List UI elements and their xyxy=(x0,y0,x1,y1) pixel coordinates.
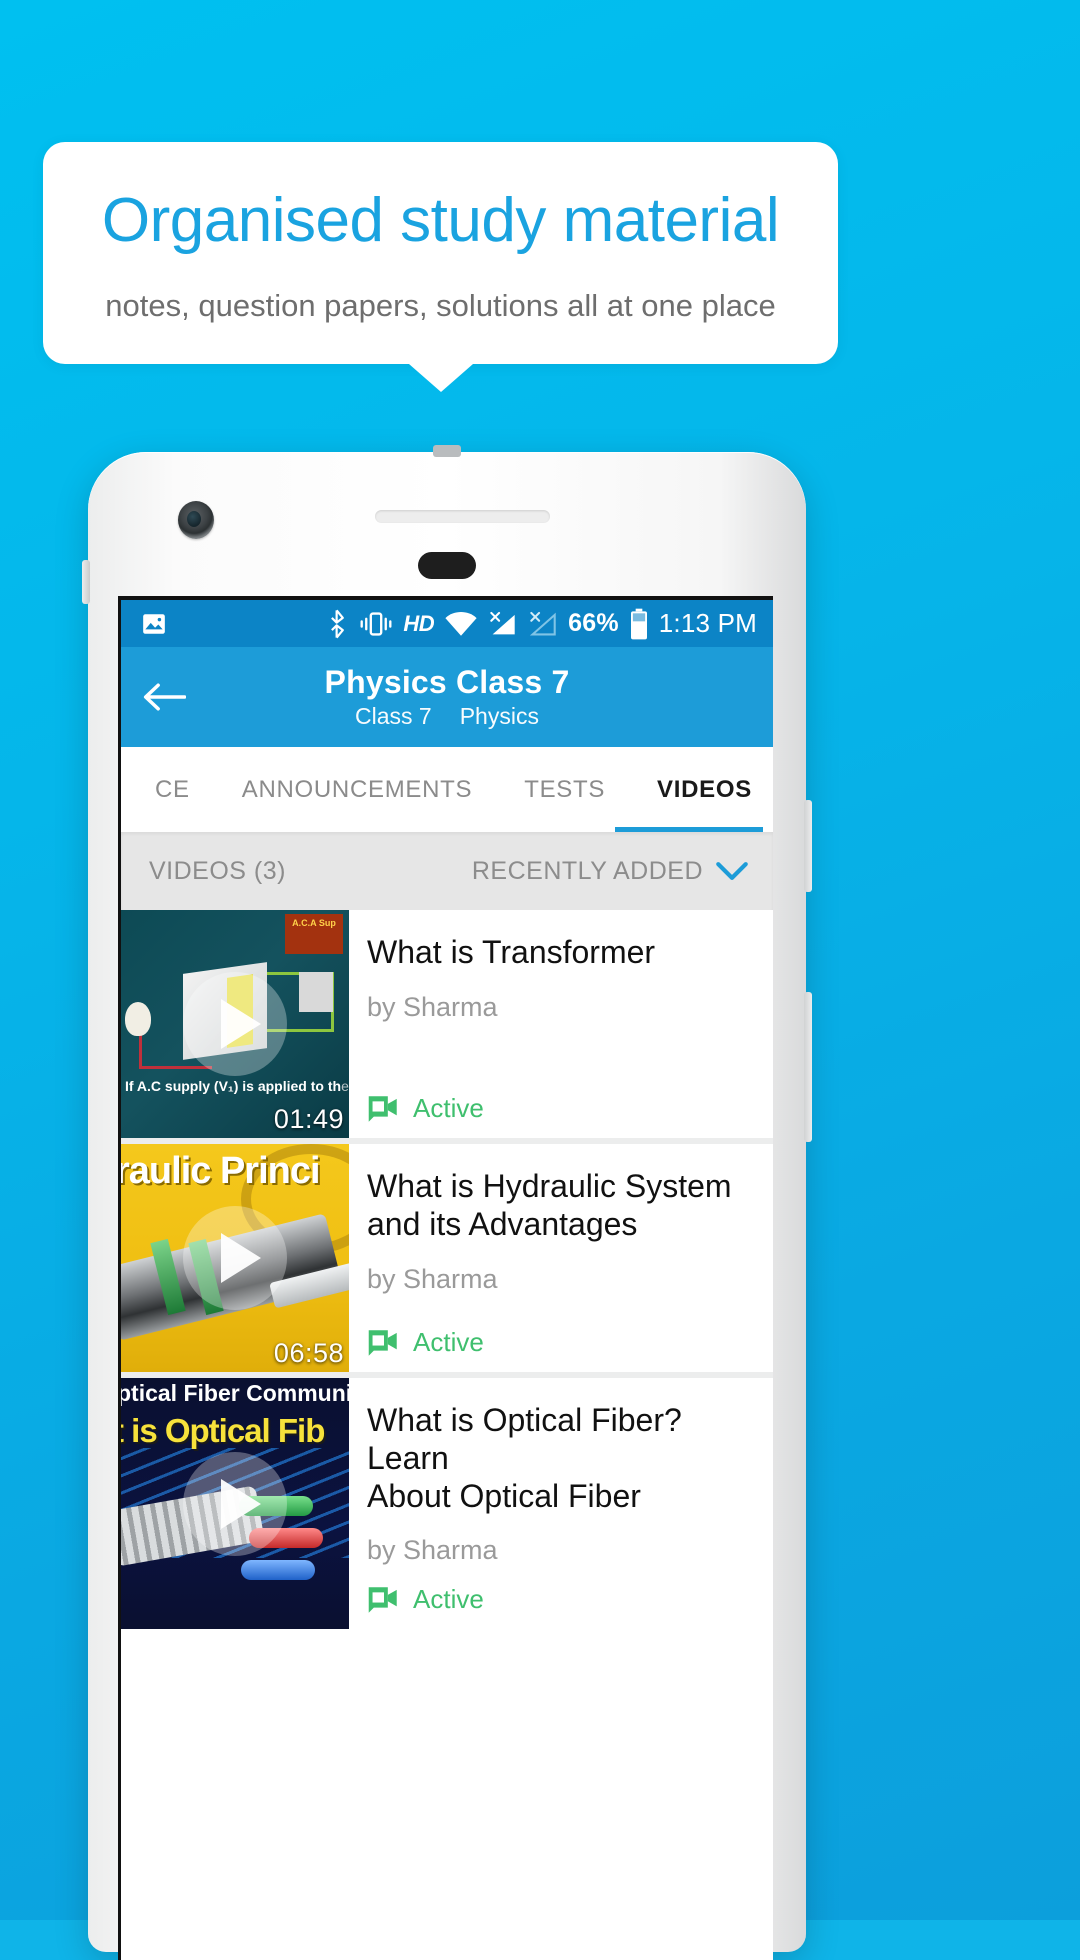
bluetooth-icon xyxy=(327,609,349,639)
image-icon xyxy=(139,611,169,637)
power-button[interactable] xyxy=(804,992,812,1142)
sort-bar: VIDEOS (3) RECENTLY ADDED xyxy=(121,832,773,910)
callout-tail xyxy=(408,364,473,393)
video-title: What is Hydraulic System and its Advanta… xyxy=(367,1168,732,1242)
status-label: Active xyxy=(413,1093,484,1123)
video-thumbnail[interactable]: raulic Princi 06:58 xyxy=(121,1144,349,1372)
play-icon[interactable] xyxy=(183,1451,287,1556)
chevron-down-icon xyxy=(716,862,748,880)
home-button[interactable] xyxy=(418,552,476,579)
thumb-caption-2: t is Optical Fib xyxy=(121,1412,325,1449)
signal-2-icon xyxy=(528,611,558,637)
tab-videos[interactable]: VIDEOS xyxy=(657,776,752,804)
videos-count-label: VIDEOS (3) xyxy=(149,856,286,885)
video-author: by Sharma xyxy=(367,1535,498,1566)
promo-subline: notes, question papers, solutions all at… xyxy=(105,288,776,324)
promo-headline: Organised study material xyxy=(101,186,780,255)
video-list-item[interactable]: A.C.A Sup If A.C supply (V₁) is applied … xyxy=(121,910,773,1138)
status-badge: Active xyxy=(367,1075,763,1124)
thumb-caption: raulic Princi xyxy=(121,1150,321,1192)
thumb-caption-text: If A.C supply (V₁) is applied to th xyxy=(125,1078,342,1094)
sort-dropdown[interactable]: RECENTLY ADDED xyxy=(472,857,749,886)
app-bar: Physics Class 7 Class 7 Physics xyxy=(121,647,773,747)
phone-top-notch xyxy=(433,445,461,457)
thumb-caption: If A.C supply (V₁) is applied to the pri… xyxy=(121,1078,349,1094)
video-title: What is Optical Fiber? Learn About Optic… xyxy=(367,1402,682,1514)
video-info: What is Hydraulic System and its Advanta… xyxy=(349,1144,773,1372)
page-title: Physics Class 7 xyxy=(324,664,570,701)
video-title: What is Transformer xyxy=(367,934,656,970)
hd-icon: HD xyxy=(403,610,435,636)
videos-list: A.C.A Sup If A.C supply (V₁) is applied … xyxy=(121,910,773,1630)
tab-tests[interactable]: TESTS xyxy=(524,776,605,804)
video-list-item[interactable]: raulic Princi 06:58 What is Hydraulic Sy… xyxy=(121,1144,773,1372)
video-duration: 01:49 xyxy=(273,1104,344,1134)
video-camera-icon xyxy=(368,1329,397,1356)
video-camera-icon xyxy=(368,1587,397,1613)
side-button-left[interactable] xyxy=(82,560,90,604)
promo-callout: Organised study material notes, question… xyxy=(43,142,838,393)
clock-label: 1:13 PM xyxy=(658,608,757,638)
earpiece-speaker xyxy=(375,510,550,523)
tab-bar: CE ANNOUNCEMENTS TESTS VIDEOS xyxy=(121,747,773,832)
tab-active-indicator xyxy=(615,827,763,832)
front-camera-icon xyxy=(178,501,214,539)
thumb-badge: A.C.A Sup xyxy=(285,914,343,954)
back-button[interactable] xyxy=(121,680,207,714)
thumb-art-block xyxy=(299,972,333,1012)
vibrate-icon xyxy=(359,611,393,637)
wifi-icon xyxy=(444,611,478,637)
thumb-art-bulb xyxy=(125,1002,151,1036)
battery-percent-label: 66% xyxy=(568,609,619,637)
phone-screen: HD 66% 1:13 PM Physics Class 7 Class 7 P… xyxy=(118,596,773,1960)
video-thumbnail[interactable]: A.C.A Sup If A.C supply (V₁) is applied … xyxy=(121,910,349,1138)
arrow-left-icon xyxy=(143,683,186,711)
breadcrumb-class: Class 7 xyxy=(355,702,432,729)
breadcrumb-subject: Physics xyxy=(459,702,539,729)
status-badge: Active xyxy=(367,1566,763,1615)
video-thumbnail[interactable]: ptical Fiber Communicati t is Optical Fi… xyxy=(121,1378,349,1630)
video-list-item[interactable]: ptical Fiber Communicati t is Optical Fi… xyxy=(121,1378,773,1630)
thumb-art-core-blue xyxy=(241,1560,315,1580)
video-duration: 06:58 xyxy=(273,1338,344,1368)
tab-announcements[interactable]: ANNOUNCEMENTS xyxy=(242,776,472,804)
volume-button[interactable] xyxy=(804,800,812,892)
thumb-caption-faded: e primary windi xyxy=(341,1078,349,1094)
thumb-caption: ptical Fiber Communicati xyxy=(121,1380,349,1406)
tab-ce[interactable]: CE xyxy=(155,776,190,804)
play-icon[interactable] xyxy=(183,1206,287,1310)
phone-mockup: HD 66% 1:13 PM Physics Class 7 Class 7 P… xyxy=(82,445,812,1960)
video-author: by Sharma xyxy=(367,1263,498,1294)
battery-icon xyxy=(629,608,649,640)
status-label: Active xyxy=(413,1327,484,1357)
status-label: Active xyxy=(413,1584,484,1615)
video-info: What is Transformer by Sharma Active xyxy=(349,910,773,1138)
sort-dropdown-label: RECENTLY ADDED xyxy=(471,856,703,885)
video-camera-icon xyxy=(368,1095,397,1122)
breadcrumb: Class 7 Physics xyxy=(121,703,773,730)
play-icon[interactable] xyxy=(183,972,287,1076)
thumb-badge-label: A.C.A Sup xyxy=(292,918,336,928)
status-badge: Active xyxy=(367,1309,763,1358)
status-bar: HD 66% 1:13 PM xyxy=(121,600,773,647)
video-info: What is Optical Fiber? Learn About Optic… xyxy=(349,1378,773,1629)
signal-1-icon xyxy=(488,611,518,637)
video-author: by Sharma xyxy=(367,991,498,1022)
